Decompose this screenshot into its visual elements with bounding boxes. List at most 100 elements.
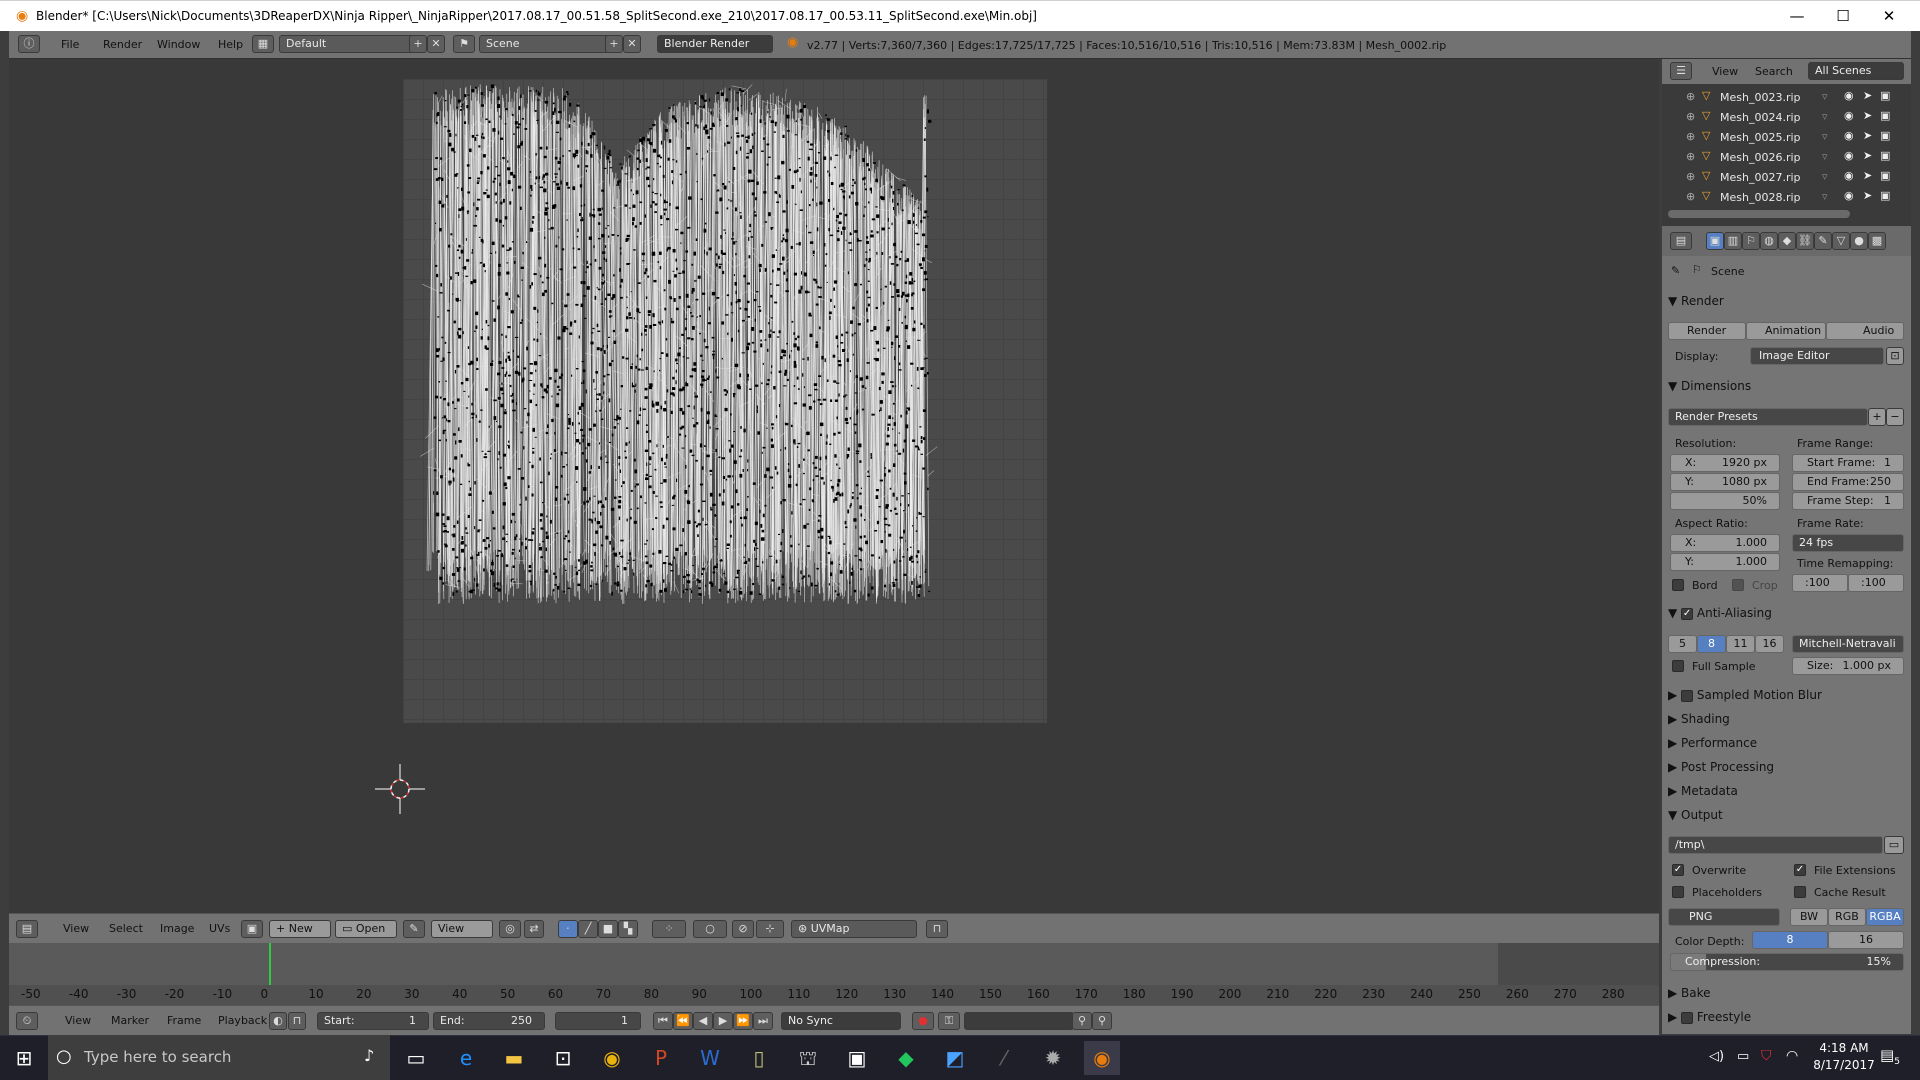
freestyle-checkbox[interactable]	[1681, 1011, 1694, 1024]
resolution-percent-field[interactable]: 50%	[1670, 492, 1780, 510]
select-arrow-icon[interactable]: ➤	[1863, 109, 1872, 122]
blender-taskbar-icon[interactable]: ◉	[1084, 1041, 1120, 1075]
view-mode-select[interactable]: View	[431, 920, 493, 938]
display-pin-icon[interactable]: ⊡	[1886, 347, 1904, 365]
add-preset-icon[interactable]: +	[1868, 408, 1886, 426]
tab-world-icon[interactable]: ◍	[1760, 232, 1778, 250]
render-camera-icon[interactable]: ▣	[1880, 129, 1890, 142]
color-mode-rgb-button[interactable]: RGB	[1828, 908, 1866, 926]
proportional-edit-icon[interactable]: ○	[693, 920, 727, 938]
placeholders-checkbox[interactable]	[1672, 886, 1684, 898]
outliner-item[interactable]: ⊕ ▽ Mesh_0024.rip ▿ ◉ ➤ ▣	[1662, 108, 1911, 128]
app-icon-11[interactable]: ◩	[937, 1041, 973, 1075]
render-button[interactable]: Render	[1668, 322, 1746, 340]
play-reverse-icon[interactable]: ◀	[693, 1012, 713, 1030]
volume-icon[interactable]: ◁)	[1709, 1049, 1724, 1064]
edge-browser-icon[interactable]: e	[448, 1041, 484, 1075]
file-extensions-checkbox[interactable]: ✓	[1794, 864, 1806, 876]
jump-start-icon[interactable]: ⏮	[653, 1012, 673, 1030]
open-image-button[interactable]: ▭ Open	[335, 920, 397, 938]
frame-rate-select[interactable]: 24 fps	[1792, 534, 1904, 552]
current-frame-line[interactable]	[268, 943, 271, 988]
powerpoint-icon[interactable]: P	[643, 1041, 679, 1075]
visibility-eye-icon[interactable]: ◉	[1844, 129, 1854, 142]
output-path-field[interactable]: /tmp\	[1668, 836, 1883, 854]
anti-aliasing-checkbox[interactable]: ✓	[1681, 607, 1694, 620]
render-camera-icon[interactable]: ▣	[1880, 89, 1890, 102]
outliner-item[interactable]: ⊕ ▽ Mesh_0027.rip ▿ ◉ ➤ ▣	[1662, 168, 1911, 188]
insert-keyframe-icon[interactable]: ⚲	[1072, 1012, 1092, 1030]
prev-key-icon[interactable]: ⏪	[673, 1012, 693, 1030]
tab-material-icon[interactable]: ●	[1850, 232, 1868, 250]
remove-layout-icon[interactable]: ✕	[427, 35, 445, 53]
render-camera-icon[interactable]: ▣	[1880, 169, 1890, 182]
freestyle-section-header[interactable]: ▶ Freestyle	[1668, 1006, 1904, 1028]
aa-sample-16-button[interactable]: 16	[1755, 635, 1784, 653]
section-header-sampled-motion-blur[interactable]: ▶ Sampled Motion Blur	[1668, 684, 1904, 706]
play-icon[interactable]: ▶	[713, 1012, 733, 1030]
aa-filter-select[interactable]: Mitchell-Netravali	[1792, 635, 1904, 653]
aspect-y-field[interactable]: Y: 1.000	[1670, 553, 1780, 571]
select-arrow-icon[interactable]: ➤	[1863, 189, 1872, 202]
full-sample-checkbox[interactable]	[1672, 660, 1684, 672]
uv-menu-uvs[interactable]: UVs	[203, 919, 236, 938]
resolution-x-field[interactable]: X: 1920 px	[1670, 454, 1780, 472]
app-icon-12[interactable]: ⁄	[986, 1041, 1022, 1075]
uv-menu-select[interactable]: Select	[103, 919, 149, 938]
image-browse-icon[interactable]: ▣	[241, 920, 263, 938]
task-view-icon[interactable]: ▭	[398, 1041, 434, 1075]
crop-checkbox[interactable]	[1732, 579, 1744, 591]
depth-8-button[interactable]: 8	[1752, 931, 1828, 949]
action-center-icon[interactable]: ▤5	[1880, 1046, 1900, 1067]
island-select-icon[interactable]: ▚	[618, 920, 638, 938]
bake-section-header[interactable]: ▶ Bake	[1668, 982, 1904, 1004]
snap-icon[interactable]: ⊘	[732, 920, 754, 938]
uv-mesh-wireframe[interactable]	[403, 79, 1047, 723]
antivirus-icon[interactable]: ⛉	[1761, 1048, 1772, 1064]
section-header-shading[interactable]: ▶ Shading	[1668, 708, 1904, 730]
section-header-post-processing[interactable]: ▶ Post Processing	[1668, 756, 1904, 778]
taskbar-search-box[interactable]: ○ Type here to search ♪	[48, 1035, 390, 1080]
display-select[interactable]: Image Editor	[1750, 347, 1884, 365]
animation-button[interactable]: Animation	[1746, 322, 1826, 340]
render-section-header[interactable]: ▼ Render	[1668, 290, 1904, 312]
file-format-select[interactable]: PNG	[1668, 908, 1780, 926]
render-camera-icon[interactable]: ▣	[1880, 109, 1890, 122]
color-mode-rgba-button[interactable]: RGBA	[1866, 908, 1904, 926]
output-section-header[interactable]: ▼ Output	[1668, 804, 1904, 826]
uv-menu-image[interactable]: Image	[154, 919, 200, 938]
section-header-performance[interactable]: ▶ Performance	[1668, 732, 1904, 754]
pin-image-icon[interactable]: ✎	[403, 920, 425, 938]
notepad-icon[interactable]: ▯	[741, 1041, 777, 1075]
record-icon[interactable]: ●	[912, 1012, 934, 1030]
visibility-eye-icon[interactable]: ◉	[1844, 169, 1854, 182]
expand-icon[interactable]: ⊕	[1686, 110, 1695, 123]
clock-date[interactable]: 8/17/2017	[1812, 1058, 1876, 1072]
pivot-icon[interactable]: ◎	[499, 920, 521, 938]
visibility-eye-icon[interactable]: ◉	[1844, 89, 1854, 102]
sticky-select-icon[interactable]: ⁘	[652, 920, 686, 938]
layout-field[interactable]: Default	[279, 35, 419, 53]
edge-select-icon[interactable]: ╱	[578, 920, 598, 938]
editor-type-uv-icon[interactable]: ▤	[16, 920, 38, 938]
aa-size-field[interactable]: Size: 1.000 px	[1792, 657, 1904, 675]
remap-old-field[interactable]: :100	[1792, 574, 1848, 592]
select-arrow-icon[interactable]: ➤	[1863, 89, 1872, 102]
select-arrow-icon[interactable]: ➤	[1863, 129, 1872, 142]
start-frame-field[interactable]: Start: 1	[317, 1012, 429, 1030]
file-explorer-icon[interactable]: ▬	[496, 1041, 532, 1075]
app-icon-10[interactable]: ◆	[888, 1041, 924, 1075]
aspect-x-field[interactable]: X: 1.000	[1670, 534, 1780, 552]
clock-time[interactable]: 4:18 AM	[1812, 1041, 1876, 1055]
menu-help[interactable]: Help	[212, 35, 249, 54]
snap-target-icon[interactable]: ⊹	[756, 920, 784, 938]
remove-scene-icon[interactable]: ✕	[623, 35, 641, 53]
vertex-select-icon[interactable]: ⋅	[558, 920, 578, 938]
outliner-item[interactable]: ⊕ ▽ Mesh_0028.rip ▿ ◉ ➤ ▣	[1662, 188, 1911, 208]
screen-layout-icon[interactable]: ▦	[252, 35, 274, 53]
outliner-view-menu[interactable]: View	[1712, 65, 1738, 78]
outliner-display-select[interactable]: All Scenes	[1808, 62, 1904, 80]
expand-icon[interactable]: ⊕	[1686, 150, 1695, 163]
tab-object-icon[interactable]: ◆	[1778, 232, 1796, 250]
outliner-item[interactable]: ⊕ ▽ Mesh_0025.rip ▿ ◉ ➤ ▣	[1662, 128, 1911, 148]
